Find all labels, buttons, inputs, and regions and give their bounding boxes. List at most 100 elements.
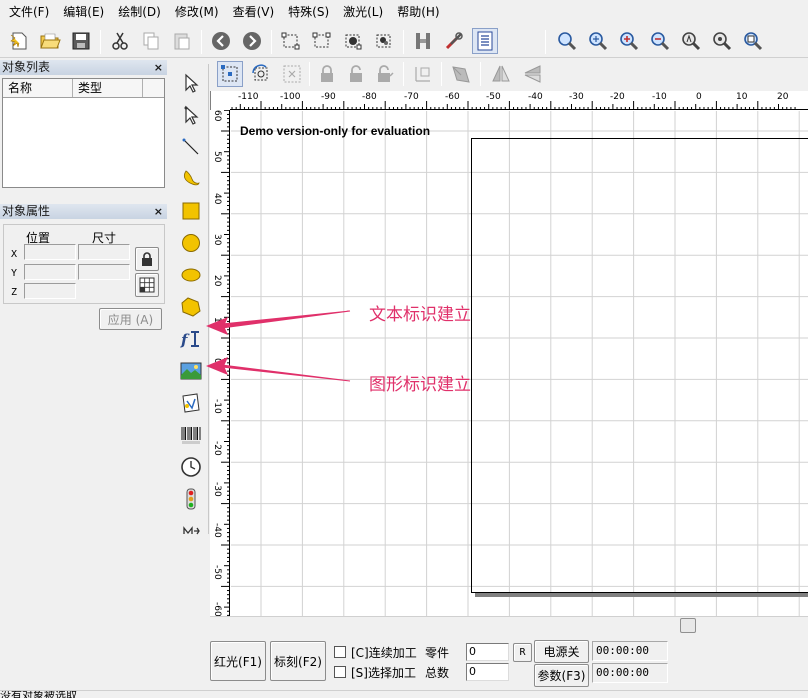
select-arrow-icon[interactable] xyxy=(178,70,204,96)
menu-special[interactable]: 特殊(S) xyxy=(281,2,336,22)
menu-modify[interactable]: 修改(M) xyxy=(168,2,226,22)
toolbar-separator xyxy=(545,30,546,54)
ungroup-icon[interactable] xyxy=(371,28,397,54)
toolbar-separator xyxy=(271,30,272,54)
parameters-button[interactable]: 参数(F3) xyxy=(534,664,589,687)
mirror-horizontal-icon[interactable] xyxy=(488,61,514,87)
polygon-tool-icon[interactable] xyxy=(178,294,204,320)
lock-ratio-button[interactable] xyxy=(135,247,159,271)
rotate-select-icon[interactable] xyxy=(248,61,274,87)
bitmap-tool-icon[interactable] xyxy=(178,358,204,384)
toolbar-separator xyxy=(403,30,404,54)
menu-file[interactable]: 文件(F) xyxy=(2,2,56,22)
edit-toolbar xyxy=(212,58,808,91)
object-props-close-icon[interactable]: × xyxy=(154,204,163,219)
zoom-all-icon[interactable] xyxy=(678,28,704,54)
total-time-readout: 00:00:00 xyxy=(592,663,668,683)
menu-edit[interactable]: 编辑(E) xyxy=(56,2,111,22)
hruler-label: -20 xyxy=(610,92,625,102)
scrollbar-thumb[interactable] xyxy=(680,618,696,633)
size-y-field[interactable] xyxy=(78,264,130,280)
mirror-vertical-icon[interactable] xyxy=(519,61,545,87)
work-area-rectangle xyxy=(471,138,808,593)
zoom-out-icon[interactable] xyxy=(647,28,673,54)
unlock-all-icon[interactable] xyxy=(372,61,398,87)
mark-button[interactable]: 标刻(F2) xyxy=(270,641,326,681)
total-count-input[interactable]: 0 xyxy=(466,663,509,681)
graphic-mark-annotation: 图形标识建立 xyxy=(369,375,471,395)
zoom-in-icon[interactable] xyxy=(616,28,642,54)
lock-object-icon[interactable] xyxy=(314,61,340,87)
continuous-label: [C]连续加工 xyxy=(351,646,417,660)
parts-count-input[interactable]: 0 xyxy=(466,643,509,661)
menu-laser[interactable]: 激光(L) xyxy=(336,2,390,22)
object-list[interactable]: 名称 类型 xyxy=(2,78,165,188)
motion-tool-icon[interactable] xyxy=(178,518,204,544)
timer-tool-icon[interactable] xyxy=(178,454,204,480)
power-button[interactable]: 电源关 xyxy=(534,640,589,663)
anchor-grid-button[interactable] xyxy=(135,273,159,297)
snap-grid-icon[interactable] xyxy=(217,61,243,87)
column-type[interactable]: 类型 xyxy=(73,79,143,97)
line-tool-icon[interactable] xyxy=(178,134,204,160)
horizontal-ruler: -110 -100 -90 -80 -70 -60 -50 -40 -30 -2… xyxy=(230,91,808,110)
io-port-icon[interactable] xyxy=(178,486,204,512)
copy-icon[interactable] xyxy=(138,28,164,54)
position-x-field[interactable] xyxy=(24,244,76,260)
rectangle-tool-icon[interactable] xyxy=(178,198,204,224)
cut-icon[interactable] xyxy=(107,28,133,54)
zoom-object-icon[interactable] xyxy=(740,28,766,54)
object-list-close-icon[interactable]: × xyxy=(154,60,163,75)
vruler-label: 30 xyxy=(212,234,222,246)
hruler-label: -110 xyxy=(238,92,259,102)
red-light-button[interactable]: 红光(F1) xyxy=(210,641,266,681)
unlock-object-icon[interactable] xyxy=(343,61,369,87)
circle-tool-icon[interactable] xyxy=(178,230,204,256)
barcode-tool-icon[interactable] xyxy=(178,422,204,448)
offset-icon[interactable] xyxy=(410,61,436,87)
menu-view[interactable]: 查看(V) xyxy=(226,2,282,22)
tools-icon[interactable] xyxy=(441,28,467,54)
new-file-icon[interactable] xyxy=(6,28,32,54)
properties-icon[interactable] xyxy=(472,28,498,54)
zoom-page-icon[interactable] xyxy=(709,28,735,54)
column-name[interactable]: 名称 xyxy=(3,79,73,97)
vruler-label: 40 xyxy=(212,193,222,205)
horizontal-scrollbar[interactable] xyxy=(210,616,808,634)
node-edit-icon[interactable] xyxy=(278,28,304,54)
open-folder-icon[interactable] xyxy=(37,28,63,54)
node-select-icon[interactable] xyxy=(178,102,204,128)
size-x-field[interactable] xyxy=(78,244,130,260)
hruler-label: -50 xyxy=(486,92,501,102)
redo-icon[interactable] xyxy=(239,28,265,54)
select-process-checkbox[interactable] xyxy=(334,666,346,678)
ellipse-tool-icon[interactable] xyxy=(178,262,204,288)
vruler-label: -30 xyxy=(212,482,222,497)
curve-tool-icon[interactable] xyxy=(178,166,204,192)
group-icon[interactable] xyxy=(340,28,366,54)
zoom-icon[interactable] xyxy=(554,28,580,54)
hruler-label: -100 xyxy=(280,92,301,102)
position-z-field[interactable] xyxy=(24,283,76,299)
undo-icon[interactable] xyxy=(208,28,234,54)
reset-count-button[interactable]: R xyxy=(513,643,532,662)
object-props-header: 对象属性 × xyxy=(0,204,167,219)
text-tool-icon[interactable]: f xyxy=(178,326,204,352)
distribute-icon[interactable] xyxy=(279,61,305,87)
position-y-field[interactable] xyxy=(24,264,76,280)
continuous-checkbox[interactable] xyxy=(334,646,346,658)
select-box-icon[interactable] xyxy=(309,28,335,54)
menu-help[interactable]: 帮助(H) xyxy=(390,2,446,22)
zoom-select-icon[interactable] xyxy=(585,28,611,54)
save-icon[interactable] xyxy=(68,28,94,54)
demo-watermark: Demo version-only for evaluation xyxy=(240,124,431,138)
apply-button[interactable]: 应用 (A) xyxy=(99,308,162,330)
paste-icon[interactable] xyxy=(169,28,195,54)
transform-icon[interactable] xyxy=(448,61,474,87)
h-dimension-icon[interactable] xyxy=(410,28,436,54)
status-text: 没有对象被选取 xyxy=(0,690,77,698)
work-time-readout: 00:00:00 xyxy=(592,641,668,661)
vruler-label: -50 xyxy=(212,565,222,580)
vector-file-icon[interactable] xyxy=(178,390,204,416)
menu-draw[interactable]: 绘制(D) xyxy=(111,2,168,22)
